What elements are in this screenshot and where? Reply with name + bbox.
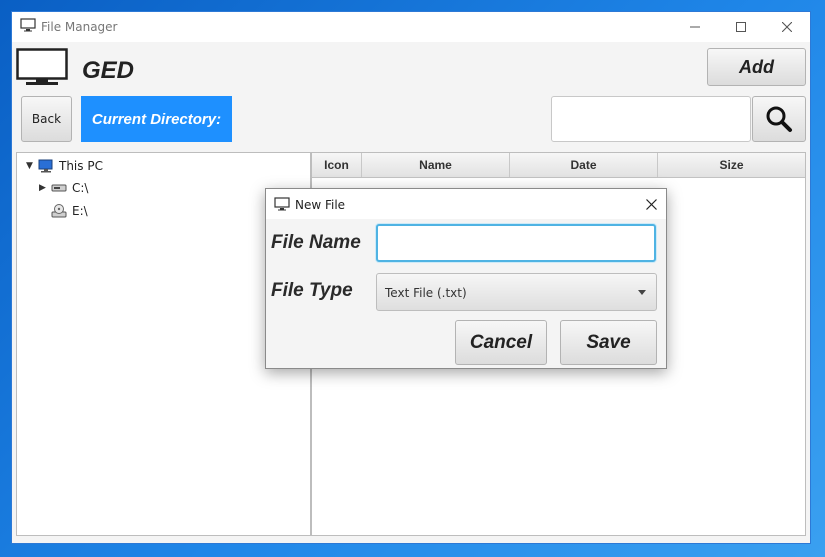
current-directory-label: Current Directory: [81, 96, 232, 142]
save-button[interactable]: Save [560, 320, 657, 365]
search-input[interactable] [551, 96, 751, 142]
tree-item-c-drive[interactable]: ▶ C:\ [39, 177, 88, 199]
column-header-icon[interactable]: Icon [312, 153, 362, 177]
tree-item-e-drive[interactable]: E:\ [51, 200, 88, 222]
app-title: GED [82, 57, 135, 84]
maximize-icon [736, 22, 746, 32]
dialog-title: New File [295, 198, 346, 212]
dialog-close-button[interactable] [640, 193, 662, 215]
new-file-dialog: New File File Name File Type Text File (… [265, 188, 667, 369]
computer-icon [38, 159, 54, 173]
file-type-select[interactable]: Text File (.txt) [376, 273, 657, 311]
expand-arrow-icon[interactable]: ▼ [26, 161, 38, 171]
cancel-button[interactable]: Cancel [455, 320, 547, 365]
dialog-title-bar: New File [266, 189, 666, 219]
close-button[interactable] [764, 12, 810, 42]
column-header-name[interactable]: Name [362, 153, 510, 177]
tree-item-this-pc[interactable]: ▼ This PC [26, 155, 103, 177]
collapse-arrow-icon[interactable]: ▶ [39, 183, 51, 193]
optical-drive-icon [51, 204, 67, 218]
back-button[interactable]: Back [21, 96, 72, 142]
search-icon [766, 106, 792, 132]
close-icon [782, 22, 792, 32]
close-icon [645, 198, 657, 210]
monitor-icon [20, 18, 36, 37]
add-button[interactable]: Add [707, 48, 806, 86]
file-name-label: File Name [271, 232, 361, 253]
file-type-value: Text File (.txt) [385, 286, 467, 300]
tree-item-label: E:\ [72, 204, 88, 218]
tree-item-label: This PC [59, 159, 103, 173]
monitor-logo-icon [16, 48, 68, 93]
column-header-size[interactable]: Size [658, 153, 805, 177]
chevron-down-icon [638, 290, 646, 295]
maximize-button[interactable] [718, 12, 764, 42]
window-title: File Manager [41, 20, 118, 34]
column-header-date[interactable]: Date [510, 153, 658, 177]
minimize-button[interactable] [672, 12, 718, 42]
minimize-icon [690, 26, 700, 28]
monitor-icon [274, 197, 290, 216]
tree-item-label: C:\ [72, 181, 89, 195]
file-name-input[interactable] [376, 224, 656, 262]
title-bar: File Manager [12, 12, 810, 42]
search-button[interactable] [752, 96, 806, 142]
table-header: Icon Name Date Size [312, 153, 805, 178]
file-type-label: File Type [271, 280, 353, 301]
hard-drive-icon [51, 183, 67, 193]
